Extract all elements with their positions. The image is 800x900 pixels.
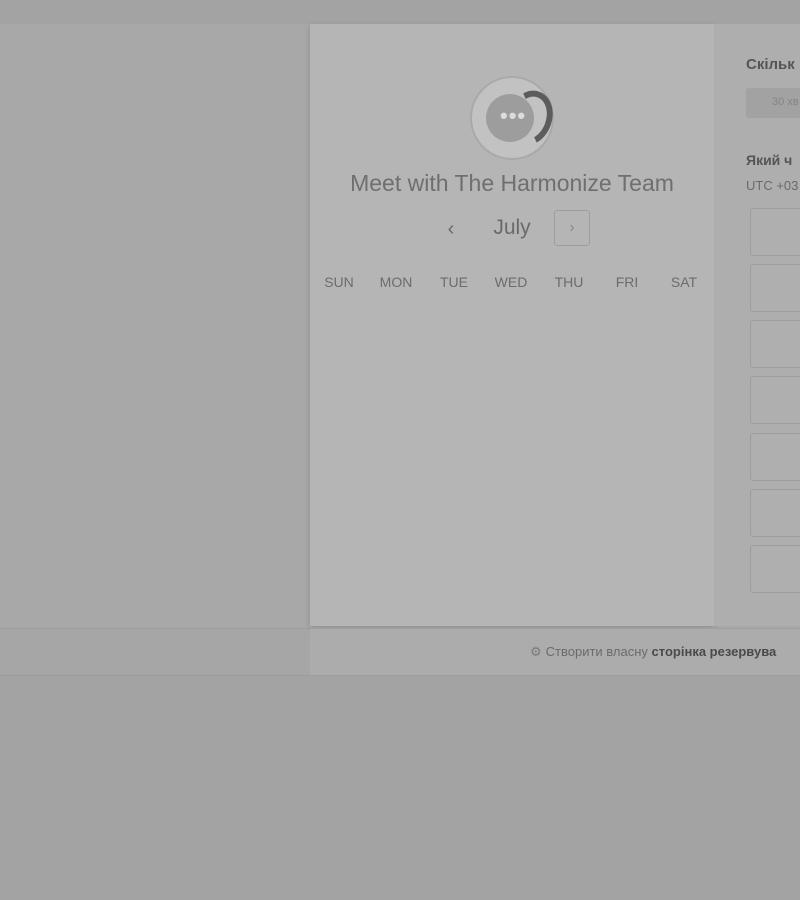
duration-select[interactable]: 30 хв [746,88,800,118]
previous-month-button[interactable]: ‹ [438,214,464,244]
weekday-thu: THU [554,274,584,290]
chevron-left-icon: ‹ [447,218,455,240]
time-slot-button[interactable] [750,489,800,537]
weekday-fri: FRI [615,274,639,290]
footer-link[interactable]: ⚙ Створити власну сторінка резервува [530,644,776,660]
chevron-right-icon: › [569,219,575,236]
time-slot-button[interactable] [750,376,800,424]
footer-bold-text: сторінка резервува [651,644,777,659]
month-navigation: ‹ July › [310,210,714,248]
time-slot-button[interactable] [750,433,800,481]
time-slot-button[interactable] [750,264,800,312]
timezone-label[interactable]: UTC +03 [746,178,798,193]
meetings-widget: ••• Meet with The Harmonize Team ‹ July … [310,24,800,675]
duration-question: Скільк [746,56,795,73]
calendar-panel: ••• Meet with The Harmonize Team ‹ July … [310,24,714,626]
weekday-sun: SUN [324,274,354,290]
weekday-sat: SAT [670,274,698,290]
weekday-mon: MON [379,274,413,290]
ellipsis-icon: ••• [500,103,527,128]
booking-options-panel: Скільк 30 хв Який ч UTC +03 [714,24,800,626]
time-slot-button[interactable] [750,208,800,256]
month-label: July [493,216,531,239]
weekday-header: SUN MON TUE WED THU FRI SAT [310,274,714,294]
sprocket-icon: ⚙ [530,644,542,659]
time-slot-button[interactable] [750,545,800,593]
meeting-title: Meet with The Harmonize Team [350,170,674,196]
time-question: Який ч [746,152,793,168]
weekday-wed: WED [494,274,528,290]
footer-text: Створити власну [545,644,648,659]
next-month-button[interactable]: › [554,210,590,246]
time-slot-button[interactable] [750,320,800,368]
weekday-tue: TUE [440,274,468,290]
footer-bar: ⚙ Створити власну сторінка резервува [310,628,800,675]
avatar: ••• [470,76,561,160]
duration-value: 30 хв [772,96,799,108]
